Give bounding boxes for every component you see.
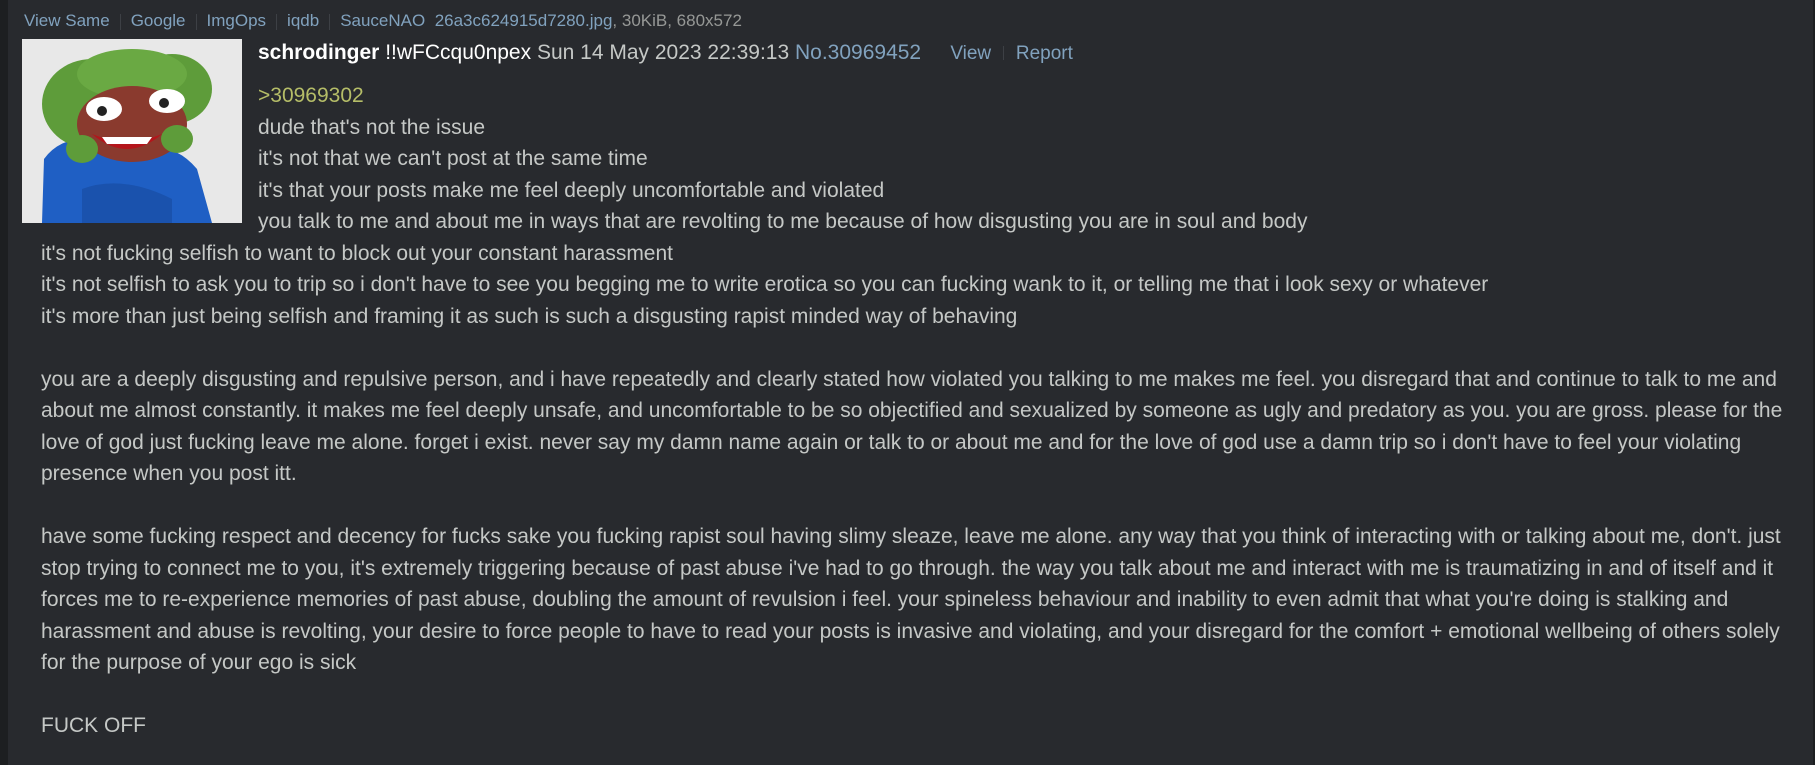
post-line: it's that your posts make me feel deeply… (258, 178, 885, 202)
post-number-link[interactable]: No.30969452 (795, 41, 921, 64)
post-container: View Same Google ImgOps iqdb SauceNAO 26a3c6… (8, 0, 1813, 765)
view-link[interactable]: View (950, 43, 991, 64)
post-line: you talk to me and about me in ways that… (258, 210, 1308, 233)
post-datetime: Sun 14 May 2023 22:39:13 (536, 41, 790, 64)
google-link[interactable]: Google (131, 11, 186, 30)
post-line: it's not selfish to ask you to trip so i… (41, 273, 1489, 296)
imgops-link[interactable]: ImgOps (207, 11, 267, 30)
saucenao-link[interactable]: SauceNAO (340, 11, 425, 30)
post-paragraph: have some fucking respect and decency fo… (41, 525, 1781, 674)
report-link[interactable]: Report (1016, 43, 1073, 64)
filename-link[interactable]: 26a3c624915d7280.jpg (435, 11, 613, 30)
separator (276, 13, 278, 30)
post-paragraph: you are a deeply disgusting and repulsiv… (41, 367, 1783, 486)
separator (1003, 46, 1004, 61)
post-closing: FUCK OFF (41, 714, 146, 737)
post-body: >30969302 dude that's not the issue it's… (8, 80, 1813, 742)
quote-line: >30969302 (8, 80, 1813, 112)
poster-name: schrodinger (258, 41, 380, 64)
quote-link[interactable]: >30969302 (258, 84, 364, 107)
post-line: it's not fucking selfish to want to bloc… (41, 241, 673, 265)
post-line: it's not that we can't post at the same … (258, 147, 648, 170)
iqdb-link[interactable]: iqdb (287, 11, 319, 30)
view-same-link[interactable]: View Same (24, 11, 110, 30)
separator (195, 13, 197, 30)
file-metadata: , 30KiB, 680x572 (612, 11, 742, 30)
post-line: it's more than just being selfish and fr… (41, 304, 1018, 328)
post-line: dude that's not the issue (258, 115, 486, 139)
file-info-bar: View Same Google ImgOps iqdb SauceNAO 26a3c6… (24, 8, 742, 34)
separator (329, 13, 331, 30)
poster-tripcode: !!wFCcqu0npex (385, 41, 532, 64)
post-header: schrodinger !!wFCcqu0npex Sun 14 May 202… (258, 38, 1073, 68)
separator (119, 13, 121, 30)
